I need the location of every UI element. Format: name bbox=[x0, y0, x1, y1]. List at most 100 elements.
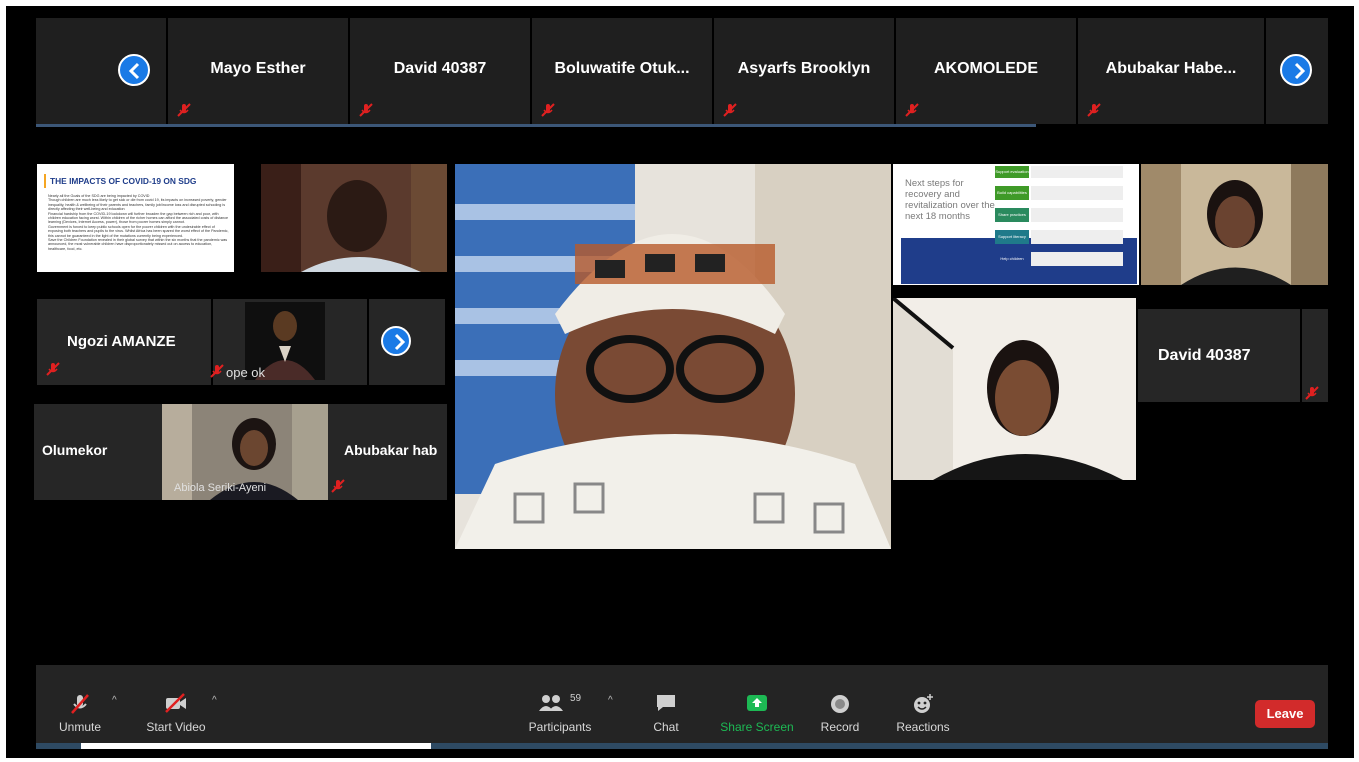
reactions-label: Reactions bbox=[896, 720, 950, 734]
tile-divider bbox=[367, 299, 369, 385]
tile-divider bbox=[1300, 309, 1302, 402]
mic-off-icon bbox=[541, 103, 555, 117]
slide-step: Build capabilities bbox=[995, 186, 1029, 200]
filmstrip-next-cell bbox=[1266, 18, 1328, 124]
mic-off-icon bbox=[177, 103, 191, 117]
active-speaker-video[interactable] bbox=[455, 164, 891, 549]
shared-slide-covid[interactable]: THE IMPACTS OF COVID-19 ON SDG Nearly al… bbox=[37, 164, 234, 272]
mic-off-icon bbox=[905, 103, 919, 117]
participant-name-tile[interactable]: David 40387 bbox=[1138, 309, 1328, 402]
slide-title: THE IMPACTS OF COVID-19 ON SDG bbox=[50, 176, 197, 186]
reactions-icon bbox=[914, 694, 933, 713]
unmute-label: Unmute bbox=[58, 720, 102, 734]
slide-step-desc bbox=[1031, 186, 1123, 200]
slide-bullet: Financial hardship from the COVID-19 loc… bbox=[48, 211, 229, 225]
mic-off-icon bbox=[1305, 386, 1319, 400]
filmstrip-tile[interactable]: Boluwatife Otuk... bbox=[532, 18, 714, 124]
record-icon bbox=[831, 695, 849, 713]
video-feed-man bbox=[261, 164, 447, 272]
meeting-toolbar: Unmute ^ Start Video ^ 59 Participants ^… bbox=[36, 665, 1328, 749]
filmstrip-next-button[interactable] bbox=[1280, 54, 1312, 86]
filmstrip-tile[interactable]: Abubakar Habe... bbox=[1078, 18, 1266, 124]
participant-name: Mayo Esther bbox=[210, 60, 306, 77]
participants-options-caret[interactable]: ^ bbox=[608, 695, 613, 706]
chevron-left-icon bbox=[128, 62, 140, 80]
participants-button[interactable]: 59 Participants bbox=[520, 665, 600, 749]
chat-label: Chat bbox=[653, 720, 679, 734]
chevron-right-icon bbox=[394, 333, 406, 351]
participant-row-tiles: Olumekor Abiola Seriki-Ayeni Abubakar ha… bbox=[34, 404, 447, 500]
mic-off-icon bbox=[359, 103, 373, 117]
mic-off-icon bbox=[46, 362, 60, 376]
participant-name: Asyarfs Brooklyn bbox=[737, 60, 871, 77]
participant-name: David 40387 bbox=[1158, 347, 1251, 364]
start-video-label: Start Video bbox=[146, 720, 206, 734]
toolbar-scroll-thumb[interactable] bbox=[81, 743, 431, 749]
share-screen-label: Share Screen bbox=[720, 720, 794, 734]
meeting-canvas: Mayo Esther David 40387 Boluwatife Otuk.… bbox=[6, 6, 1354, 758]
filmstrip-scroll-indicator bbox=[36, 124, 1036, 127]
slide-step-desc bbox=[1031, 230, 1123, 244]
chat-button[interactable]: Chat bbox=[636, 665, 696, 749]
filmstrip-tile[interactable]: David 40387 bbox=[350, 18, 532, 124]
slide-heading: Next steps for recovery and revitalizati… bbox=[905, 178, 995, 222]
participants-label: Participants bbox=[528, 720, 592, 734]
shared-slide-next-steps[interactable]: Next steps for recovery and revitalizati… bbox=[893, 164, 1139, 285]
slide-accent-bar bbox=[44, 174, 46, 188]
participants-icon bbox=[539, 695, 563, 711]
leave-button[interactable]: Leave bbox=[1255, 700, 1315, 728]
reactions-button[interactable]: Reactions bbox=[888, 665, 958, 749]
slide-step: Share practices bbox=[995, 208, 1029, 222]
slide-step: Support literacy bbox=[995, 230, 1029, 244]
participant-video-tile[interactable] bbox=[893, 298, 1136, 480]
share-screen-icon bbox=[747, 695, 767, 711]
video-options-caret[interactable]: ^ bbox=[212, 695, 217, 706]
filmstrip-prev-button[interactable] bbox=[118, 54, 150, 86]
record-label: Record bbox=[820, 720, 860, 734]
unmute-button[interactable]: Unmute bbox=[50, 665, 110, 749]
slide-step-desc bbox=[1031, 252, 1123, 266]
chat-icon bbox=[657, 695, 675, 711]
chevron-right-icon bbox=[1294, 62, 1306, 80]
filmstrip-tile[interactable]: Asyarfs Brooklyn bbox=[714, 18, 896, 124]
slide-steps: Support evaluation Build capabilities Sh… bbox=[995, 164, 1125, 285]
participant-filmstrip: Mayo Esther David 40387 Boluwatife Otuk.… bbox=[36, 18, 1328, 127]
participant-name: AKOMOLEDE bbox=[934, 60, 1038, 77]
slide-step: Help children bbox=[995, 252, 1029, 266]
mic-off-icon bbox=[331, 479, 345, 493]
video-feed-woman bbox=[1141, 164, 1328, 285]
participant-row-tiles: Ngozi AMANZE ope ok bbox=[37, 299, 445, 385]
participant-name: Abubakar hab bbox=[344, 442, 438, 458]
share-screen-button[interactable]: Share Screen bbox=[712, 665, 802, 749]
filmstrip-prev-cell bbox=[36, 18, 168, 124]
slide-bullet: Government is forced to keep public scho… bbox=[48, 224, 229, 238]
audio-options-caret[interactable]: ^ bbox=[112, 695, 117, 706]
record-button[interactable]: Record bbox=[810, 665, 870, 749]
participant-name: Abubakar Habe... bbox=[1105, 60, 1237, 77]
zoom-meeting-window: Mayo Esther David 40387 Boluwatife Otuk.… bbox=[0, 0, 1359, 762]
filmstrip-tile[interactable]: AKOMOLEDE bbox=[896, 18, 1078, 124]
slide-bullets: Nearly all the Goals of the SDG are bein… bbox=[48, 194, 230, 269]
participant-video-tile[interactable] bbox=[1141, 164, 1328, 285]
gallery-next-button[interactable] bbox=[381, 326, 411, 356]
video-off-icon bbox=[165, 693, 186, 713]
participant-name: ope ok bbox=[226, 365, 266, 380]
start-video-button[interactable]: Start Video bbox=[136, 665, 216, 749]
video-caption: Abiola Seriki-Ayeni bbox=[174, 482, 267, 494]
mic-off-icon bbox=[723, 103, 737, 117]
slide-step: Support evaluation bbox=[995, 166, 1029, 178]
video-feed-woman bbox=[893, 298, 1136, 480]
participant-name: Olumekor bbox=[42, 442, 108, 458]
filmstrip-tile[interactable]: Mayo Esther bbox=[168, 18, 350, 124]
participant-video-tile[interactable] bbox=[261, 164, 447, 272]
mic-off-icon bbox=[1087, 103, 1101, 117]
mic-off-icon bbox=[71, 694, 89, 714]
slide-bullet: Save the Children Foundation revealed in… bbox=[48, 238, 228, 251]
slide-step-desc bbox=[1031, 166, 1123, 178]
participant-name: Boluwatife Otuk... bbox=[554, 60, 690, 77]
participant-name: Ngozi AMANZE bbox=[67, 333, 176, 350]
mic-off-icon bbox=[210, 364, 224, 378]
slide-bullet: Though children are much less likely to … bbox=[48, 198, 227, 212]
speaker-video-feed bbox=[455, 164, 891, 549]
participant-name: David 40387 bbox=[393, 60, 487, 77]
